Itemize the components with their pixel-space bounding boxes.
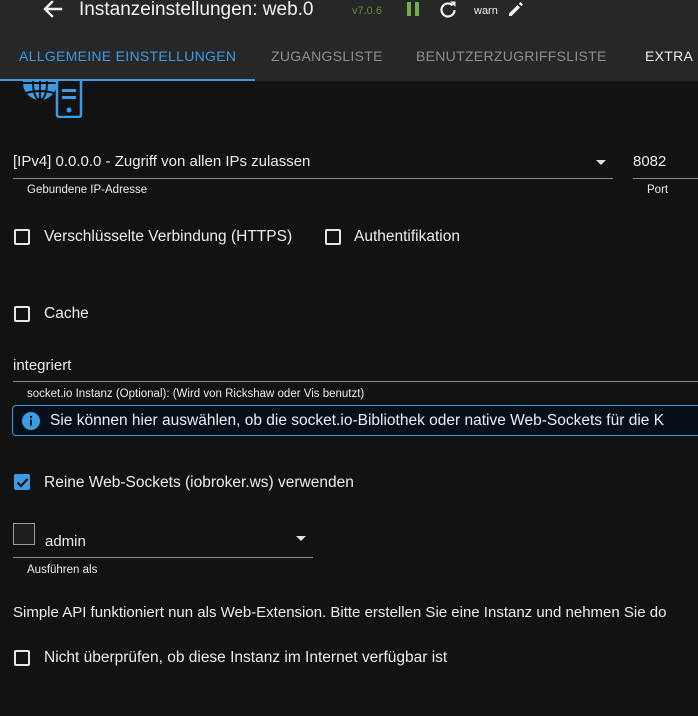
- auth-label[interactable]: Authentifikation: [354, 228, 460, 246]
- run-as-value: admin: [45, 533, 86, 550]
- web-adapter-logo-icon: [23, 81, 83, 118]
- tab-general-settings[interactable]: ALLGEMEINE EINSTELLUNGEN: [19, 48, 236, 64]
- back-arrow-icon[interactable]: [41, 0, 63, 20]
- bind-ip-helper: Gebundene IP-Adresse: [27, 184, 148, 196]
- page-title: Instanzeinstellungen: web.0: [79, 0, 314, 20]
- no-internet-check-label[interactable]: Nicht überprüfen, ob diese Instanz im In…: [44, 649, 447, 667]
- edit-icon[interactable]: [507, 0, 525, 18]
- no-internet-check-checkbox[interactable]: [14, 650, 30, 666]
- log-level-label[interactable]: warn: [474, 4, 498, 18]
- checkmark-icon: [16, 478, 29, 488]
- app-bar: Instanzeinstellungen: web.0 v7.0.6 warn …: [0, 0, 698, 81]
- simple-api-notice: Simple API funktioniert nun als Web-Exte…: [13, 604, 667, 621]
- port-helper: Port: [647, 184, 669, 196]
- socketio-helper: socket.io Instanz (Optional): (Wird von …: [27, 388, 365, 400]
- chevron-down-icon: [596, 160, 606, 165]
- tab-extra[interactable]: EXTRA: [645, 48, 693, 64]
- info-icon: [22, 412, 40, 430]
- https-checkbox[interactable]: [14, 229, 30, 245]
- pure-websockets-checkbox[interactable]: [14, 474, 30, 490]
- info-text: Sie können hier auswählen, ob die socket…: [50, 412, 665, 429]
- bind-ip-value: [IPv4] 0.0.0.0 - Zugriff von allen IPs z…: [13, 153, 311, 170]
- chevron-down-icon: [296, 536, 306, 541]
- info-alert: Sie können hier auswählen, ob die socket…: [12, 405, 698, 436]
- run-as-helper: Ausführen als: [27, 564, 98, 576]
- reload-icon[interactable]: [438, 0, 458, 20]
- bind-ip-select[interactable]: [IPv4] 0.0.0.0 - Zugriff von allen IPs z…: [13, 152, 613, 179]
- user-avatar-icon: [13, 523, 35, 545]
- port-input[interactable]: 8082: [633, 152, 698, 179]
- version-label: v7.0.6: [352, 5, 382, 17]
- tab-access-list[interactable]: ZUGANGSLISTE: [271, 48, 383, 64]
- socketio-input[interactable]: integriert: [13, 357, 698, 382]
- run-as-select[interactable]: admin: [13, 523, 313, 558]
- port-value: 8082: [633, 153, 667, 170]
- https-label[interactable]: Verschlüsselte Verbindung (HTTPS): [44, 228, 292, 246]
- socketio-value: integriert: [13, 357, 72, 374]
- cache-checkbox[interactable]: [14, 306, 30, 322]
- pure-websockets-label[interactable]: Reine Web-Sockets (iobroker.ws) verwende…: [44, 474, 354, 492]
- cache-label[interactable]: Cache: [44, 305, 89, 323]
- pause-icon[interactable]: [405, 1, 421, 17]
- auth-checkbox[interactable]: [325, 229, 341, 245]
- tab-user-access-list[interactable]: BENUTZERZUGRIFFSLISTE: [416, 48, 607, 64]
